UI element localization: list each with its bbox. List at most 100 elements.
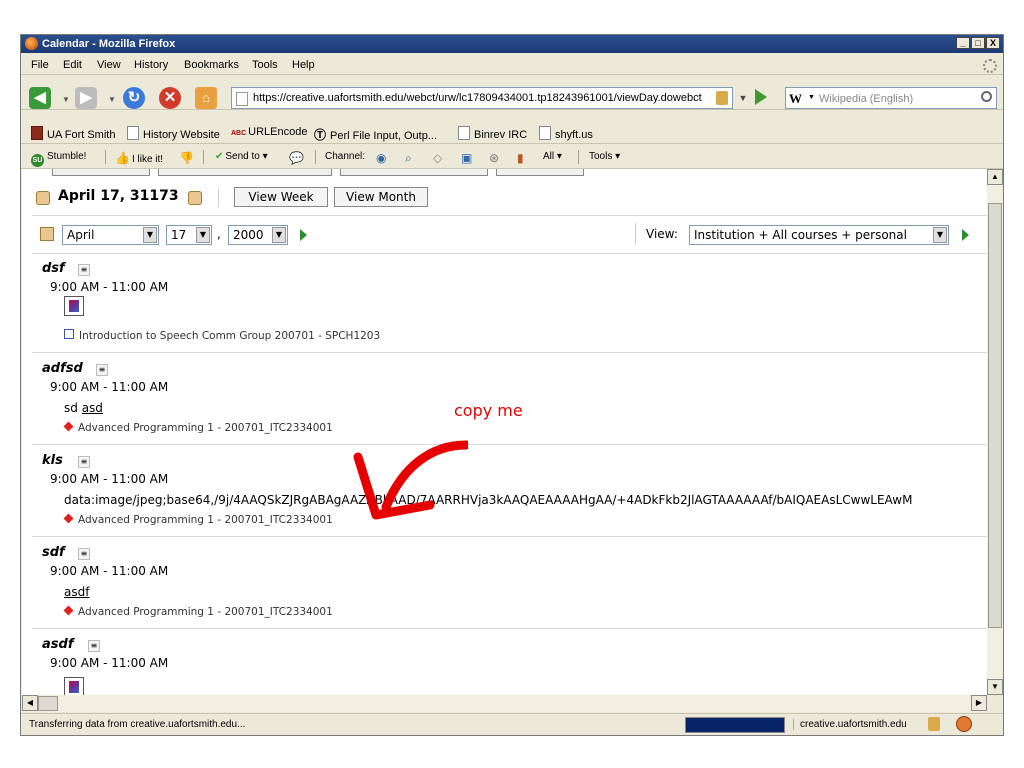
scroll-up-icon[interactable]: ▲ xyxy=(987,169,1003,185)
divider xyxy=(32,536,987,537)
divider xyxy=(32,444,987,445)
lock-icon[interactable] xyxy=(928,717,940,731)
entry-menu-icon[interactable]: ≡ xyxy=(78,456,90,468)
stop-icon[interactable]: ✕ xyxy=(159,87,181,109)
divider xyxy=(32,253,987,254)
entry-title[interactable]: sdf xyxy=(42,545,65,560)
maximize-button[interactable]: □ xyxy=(971,37,985,49)
entry-menu-icon[interactable]: ≡ xyxy=(96,364,108,376)
chevron-down-icon: ▼ xyxy=(143,227,157,243)
scroll-thumb[interactable] xyxy=(38,696,58,711)
entry-title[interactable]: dsf xyxy=(42,261,65,276)
scroll-left-icon[interactable]: ◀ xyxy=(22,695,38,711)
cut-off-buttons xyxy=(52,169,584,177)
previous-day-icon[interactable] xyxy=(36,191,50,205)
url-history-dropdown[interactable]: ▼ xyxy=(735,87,751,109)
url-bar[interactable]: https://creative.uafortsmith.edu/webct/u… xyxy=(231,87,733,109)
reload-icon[interactable]: ↻ xyxy=(123,87,145,109)
calendar-settings-button[interactable] xyxy=(340,169,488,176)
menu-bookmarks[interactable]: Bookmarks xyxy=(184,59,239,71)
calendar-entry: asdf ≡ 9:00 AM - 11:00 AM xyxy=(42,637,987,695)
like-button[interactable]: 👍 I like it! xyxy=(115,151,163,165)
entry-title[interactable]: adfsd xyxy=(42,361,83,376)
horizontal-scrollbar[interactable]: ◀ ▶ xyxy=(22,695,987,712)
stumbleupon-toolbar: SU Stumble! 👍 I like it! 👎 ✔ Send to ▾ 💬 Ch… xyxy=(21,146,1003,169)
next-day-icon[interactable] xyxy=(188,191,202,205)
window-title: Calendar - Mozilla Firefox xyxy=(42,38,176,50)
tc-icon: Ⓣ xyxy=(314,128,327,142)
minimize-button[interactable]: _ xyxy=(956,37,970,49)
engine-dropdown-icon[interactable]: ▼ xyxy=(808,94,815,101)
channel-label: Channel: xyxy=(325,151,366,162)
tag-icon[interactable]: ◇ xyxy=(433,151,442,165)
bookmark-history-website[interactable]: History Website xyxy=(127,126,220,141)
calendar-icon[interactable] xyxy=(40,227,54,241)
bookmark-ua-fort-smith[interactable]: UA Fort Smith xyxy=(31,126,115,141)
entry-menu-icon[interactable]: ≡ xyxy=(88,640,100,652)
view-select[interactable]: Institution + All courses + personal ▼ xyxy=(689,225,949,245)
delete-all-button[interactable] xyxy=(496,169,584,176)
menu-tools[interactable]: Tools xyxy=(252,59,278,71)
menu-help[interactable]: Help xyxy=(292,59,315,71)
entry-menu-icon[interactable]: ≡ xyxy=(78,264,90,276)
image-icon[interactable] xyxy=(64,677,84,695)
create-printable-view-button[interactable] xyxy=(158,169,332,176)
entry-link[interactable]: asdf xyxy=(64,585,89,599)
scroll-right-icon[interactable]: ▶ xyxy=(971,695,987,711)
comment-icon[interactable]: 💬 xyxy=(289,151,304,165)
photo-icon[interactable]: ▣ xyxy=(461,151,472,165)
course-square-icon xyxy=(64,329,74,339)
search-icon[interactable] xyxy=(981,91,992,102)
send-to-button[interactable]: ✔ Send to ▾ xyxy=(215,151,268,162)
entry-body: data:image/jpeg;base64,/9j/4AAQSkZJRgABA… xyxy=(64,493,913,507)
menu-edit[interactable]: Edit xyxy=(63,59,82,71)
go-button[interactable] xyxy=(755,89,767,105)
go-view-button[interactable] xyxy=(962,229,969,241)
menu-history[interactable]: History xyxy=(134,59,168,71)
entry-menu-icon[interactable]: ≡ xyxy=(78,548,90,560)
vertical-scrollbar[interactable]: ▲ ▼ xyxy=(987,169,1003,695)
globe-icon[interactable]: ◉ xyxy=(376,151,386,165)
back-icon[interactable]: ◀ xyxy=(29,87,51,109)
bookmark-shyft[interactable]: shyft.us xyxy=(539,126,593,141)
add-entry-button[interactable] xyxy=(52,169,150,176)
wikipedia-icon[interactable]: W xyxy=(789,91,802,107)
year-select[interactable]: 2000 ▼ xyxy=(228,225,288,245)
greasemonkey-icon[interactable] xyxy=(956,716,972,732)
page-content: April 17, 31173 View Week View Month Apr… xyxy=(22,169,987,695)
chevron-down-icon: ▼ xyxy=(196,227,210,243)
day-select[interactable]: 17 ▼ xyxy=(166,225,212,245)
url-text[interactable]: https://creative.uafortsmith.edu/webct/u… xyxy=(253,92,713,104)
search-box[interactable]: W ▼ Wikipedia (English) xyxy=(785,87,997,109)
bookmark-urlencode[interactable]: ABC URLEncode xyxy=(231,126,308,138)
image-icon[interactable] xyxy=(64,296,84,316)
tools-dropdown[interactable]: Tools ▾ xyxy=(589,151,620,162)
progress-bar xyxy=(685,717,785,733)
book-icon[interactable]: ▮ xyxy=(517,151,524,165)
home-icon[interactable]: ⌂ xyxy=(195,87,217,109)
month-select[interactable]: April ▼ xyxy=(62,225,159,245)
entry-title[interactable]: kls xyxy=(42,453,63,468)
calendar-entry: dsf ≡ 9:00 AM - 11:00 AM Introduction to… xyxy=(42,261,987,351)
view-month-button[interactable]: View Month xyxy=(334,187,428,207)
bookmark-perl[interactable]: Ⓣ Perl File Input, Outp... xyxy=(314,126,437,143)
forward-dropdown-icon[interactable]: ▼ xyxy=(108,95,116,104)
scroll-thumb[interactable] xyxy=(988,203,1002,628)
entry-link[interactable]: asd xyxy=(82,401,103,415)
menu-file[interactable]: File xyxy=(31,59,49,71)
go-date-button[interactable] xyxy=(300,229,307,241)
video-icon[interactable]: ⊛ xyxy=(489,151,499,165)
search-icon[interactable]: ⌕ xyxy=(405,151,412,166)
scroll-down-icon[interactable]: ▼ xyxy=(987,679,1003,695)
bookmark-binrev-irc[interactable]: Binrev IRC xyxy=(458,126,527,141)
stumble-button[interactable]: SU Stumble! xyxy=(31,151,86,167)
back-dropdown-icon[interactable]: ▼ xyxy=(62,95,70,104)
forward-icon[interactable]: ▶ xyxy=(75,87,97,109)
menu-view[interactable]: View xyxy=(97,59,121,71)
entry-title[interactable]: asdf xyxy=(42,637,73,652)
close-button[interactable]: X xyxy=(986,37,1000,49)
view-week-button[interactable]: View Week xyxy=(234,187,328,207)
lock-icon[interactable] xyxy=(716,91,728,105)
all-dropdown[interactable]: All ▾ xyxy=(543,151,562,162)
thumbs-down-icon[interactable]: 👎 xyxy=(179,151,194,165)
